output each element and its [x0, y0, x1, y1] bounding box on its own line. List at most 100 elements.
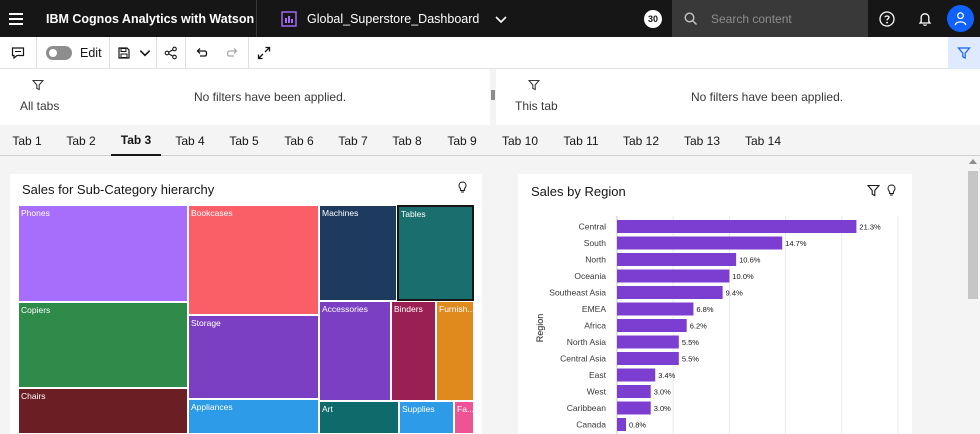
comment-icon[interactable] [4, 37, 32, 69]
value-label: 10.6% [739, 256, 761, 265]
help-icon[interactable] [868, 0, 905, 37]
bar-caribbean[interactable] [617, 401, 651, 415]
treemap-tile[interactable]: Furnish... [436, 301, 474, 401]
filter-icon [957, 47, 971, 59]
divider [156, 37, 157, 69]
divider [248, 37, 249, 69]
tab-1[interactable]: Tab 1 [4, 125, 50, 156]
bar-southeast-asia[interactable] [617, 286, 723, 299]
tab-12[interactable]: Tab 12 [616, 125, 666, 156]
filter-panel-button[interactable] [948, 37, 980, 69]
vertical-scrollbar[interactable] [966, 157, 980, 434]
value-label: 6.2% [690, 322, 707, 331]
treemap-tile[interactable]: Tables [397, 205, 474, 301]
all-tabs-filter-pane[interactable]: All tabs No filters have been applied. [0, 69, 490, 125]
tile-label: Fa... [457, 404, 474, 414]
value-label: 5.5% [682, 338, 699, 347]
filter-icon [528, 79, 540, 91]
treemap-tile[interactable]: Chairs [18, 388, 188, 434]
chevron-down-icon [495, 15, 507, 23]
divider [36, 37, 37, 69]
dashboard-switcher[interactable]: Global_Superstore_Dashboard [281, 10, 656, 27]
category-label: Central Asia [560, 354, 606, 364]
bar-central[interactable] [617, 220, 857, 233]
share-icon[interactable] [160, 37, 182, 69]
edit-label: Edit [80, 46, 102, 60]
menu-icon[interactable] [0, 0, 32, 37]
treemap-tile[interactable]: Bookcases [188, 205, 319, 315]
treemap-tile[interactable]: Storage [188, 315, 319, 399]
value-label: 3.4% [658, 371, 675, 380]
tile-label: Copiers [21, 305, 51, 315]
value-label: 9.4% [726, 289, 743, 298]
dashboard-name: Global_Superstore_Dashboard [307, 11, 480, 26]
tab-7[interactable]: Tab 7 [330, 125, 376, 156]
chevron-down-icon[interactable] [136, 37, 154, 69]
bar-west[interactable] [617, 385, 651, 398]
tab-14[interactable]: Tab 14 [738, 125, 788, 156]
widget-title: Sales for Sub-Category hierarchy [22, 182, 215, 197]
bar-emea[interactable] [617, 302, 694, 316]
tab-2[interactable]: Tab 2 [58, 125, 104, 156]
tab-9[interactable]: Tab 9 [439, 125, 485, 156]
edit-toggle[interactable]: Edit [46, 37, 106, 69]
category-label: Oceania [574, 271, 606, 281]
notification-ring-icon[interactable]: 30 [644, 10, 662, 28]
treemap-tile[interactable]: Fa... [454, 401, 474, 434]
tab-13[interactable]: Tab 13 [677, 125, 727, 156]
treemap-tile[interactable]: Accessories [319, 301, 391, 401]
fullscreen-icon[interactable] [252, 37, 276, 69]
treemap-tile[interactable]: Phones [18, 205, 188, 302]
redo-icon[interactable] [220, 37, 244, 69]
notifications-bell-icon[interactable] [906, 0, 943, 37]
save-icon[interactable] [114, 37, 134, 69]
bar-canada[interactable] [617, 418, 626, 431]
category-label: EMEA [582, 304, 606, 314]
tile-label: Appliances [191, 402, 233, 412]
bar-central-asia[interactable] [617, 352, 679, 365]
bar-chart-widget[interactable]: Sales by Region Region Central 21.3% South… [518, 174, 912, 434]
tab-3[interactable]: Tab 3 [111, 125, 161, 156]
lightbulb-icon[interactable] [885, 184, 898, 197]
category-label: Canada [576, 420, 606, 430]
top-bar: IBM Cognos Analytics with Watson Global_… [0, 0, 980, 37]
this-tab-filter-pane[interactable]: This tab No filters have been applied. [496, 69, 980, 125]
search-box[interactable] [672, 0, 868, 37]
tab-11[interactable]: Tab 11 [556, 125, 606, 156]
tab-8[interactable]: Tab 8 [384, 125, 430, 156]
bar-south[interactable] [617, 236, 783, 250]
toggle-switch[interactable] [46, 46, 72, 60]
tab-4[interactable]: Tab 4 [167, 125, 213, 156]
treemap-tile[interactable]: Binders [391, 301, 436, 401]
bar-north[interactable] [617, 253, 737, 266]
tile-label: Binders [394, 304, 423, 314]
bar-africa[interactable] [617, 319, 687, 332]
divider [256, 0, 257, 37]
search-input[interactable] [711, 11, 861, 26]
tab-6[interactable]: Tab 6 [276, 125, 322, 156]
treemap-tile[interactable]: Appliances [188, 399, 319, 434]
filter-area: All tabs No filters have been applied. T… [0, 69, 980, 125]
bar-north-asia[interactable] [617, 335, 679, 349]
scroll-thumb[interactable] [968, 171, 978, 299]
tab-5[interactable]: Tab 5 [221, 125, 267, 156]
treemap-tile[interactable]: Art [319, 401, 399, 434]
lightbulb-icon[interactable] [456, 181, 469, 194]
category-label: Southeast Asia [549, 288, 606, 298]
bar-oceania[interactable] [617, 269, 730, 283]
treemap-tile[interactable]: Machines [319, 205, 397, 301]
value-label: 3.0% [654, 388, 671, 397]
bar-east[interactable] [617, 368, 656, 382]
treemap-tile[interactable]: Supplies [399, 401, 454, 434]
undo-icon[interactable] [190, 37, 214, 69]
scroll-up-arrow-icon[interactable] [969, 159, 977, 164]
filter-icon[interactable] [867, 184, 880, 197]
tab-10[interactable]: Tab 10 [495, 125, 545, 156]
category-label: Africa [584, 321, 606, 331]
value-label: 3.0% [654, 404, 671, 413]
treemap-tile[interactable]: Copiers [18, 302, 188, 388]
category-label: East [589, 370, 607, 380]
treemap-widget[interactable]: Sales for Sub-Category hierarchy Phones … [10, 174, 482, 434]
value-label: 6.8% [696, 305, 713, 314]
user-avatar-icon[interactable] [947, 5, 974, 32]
